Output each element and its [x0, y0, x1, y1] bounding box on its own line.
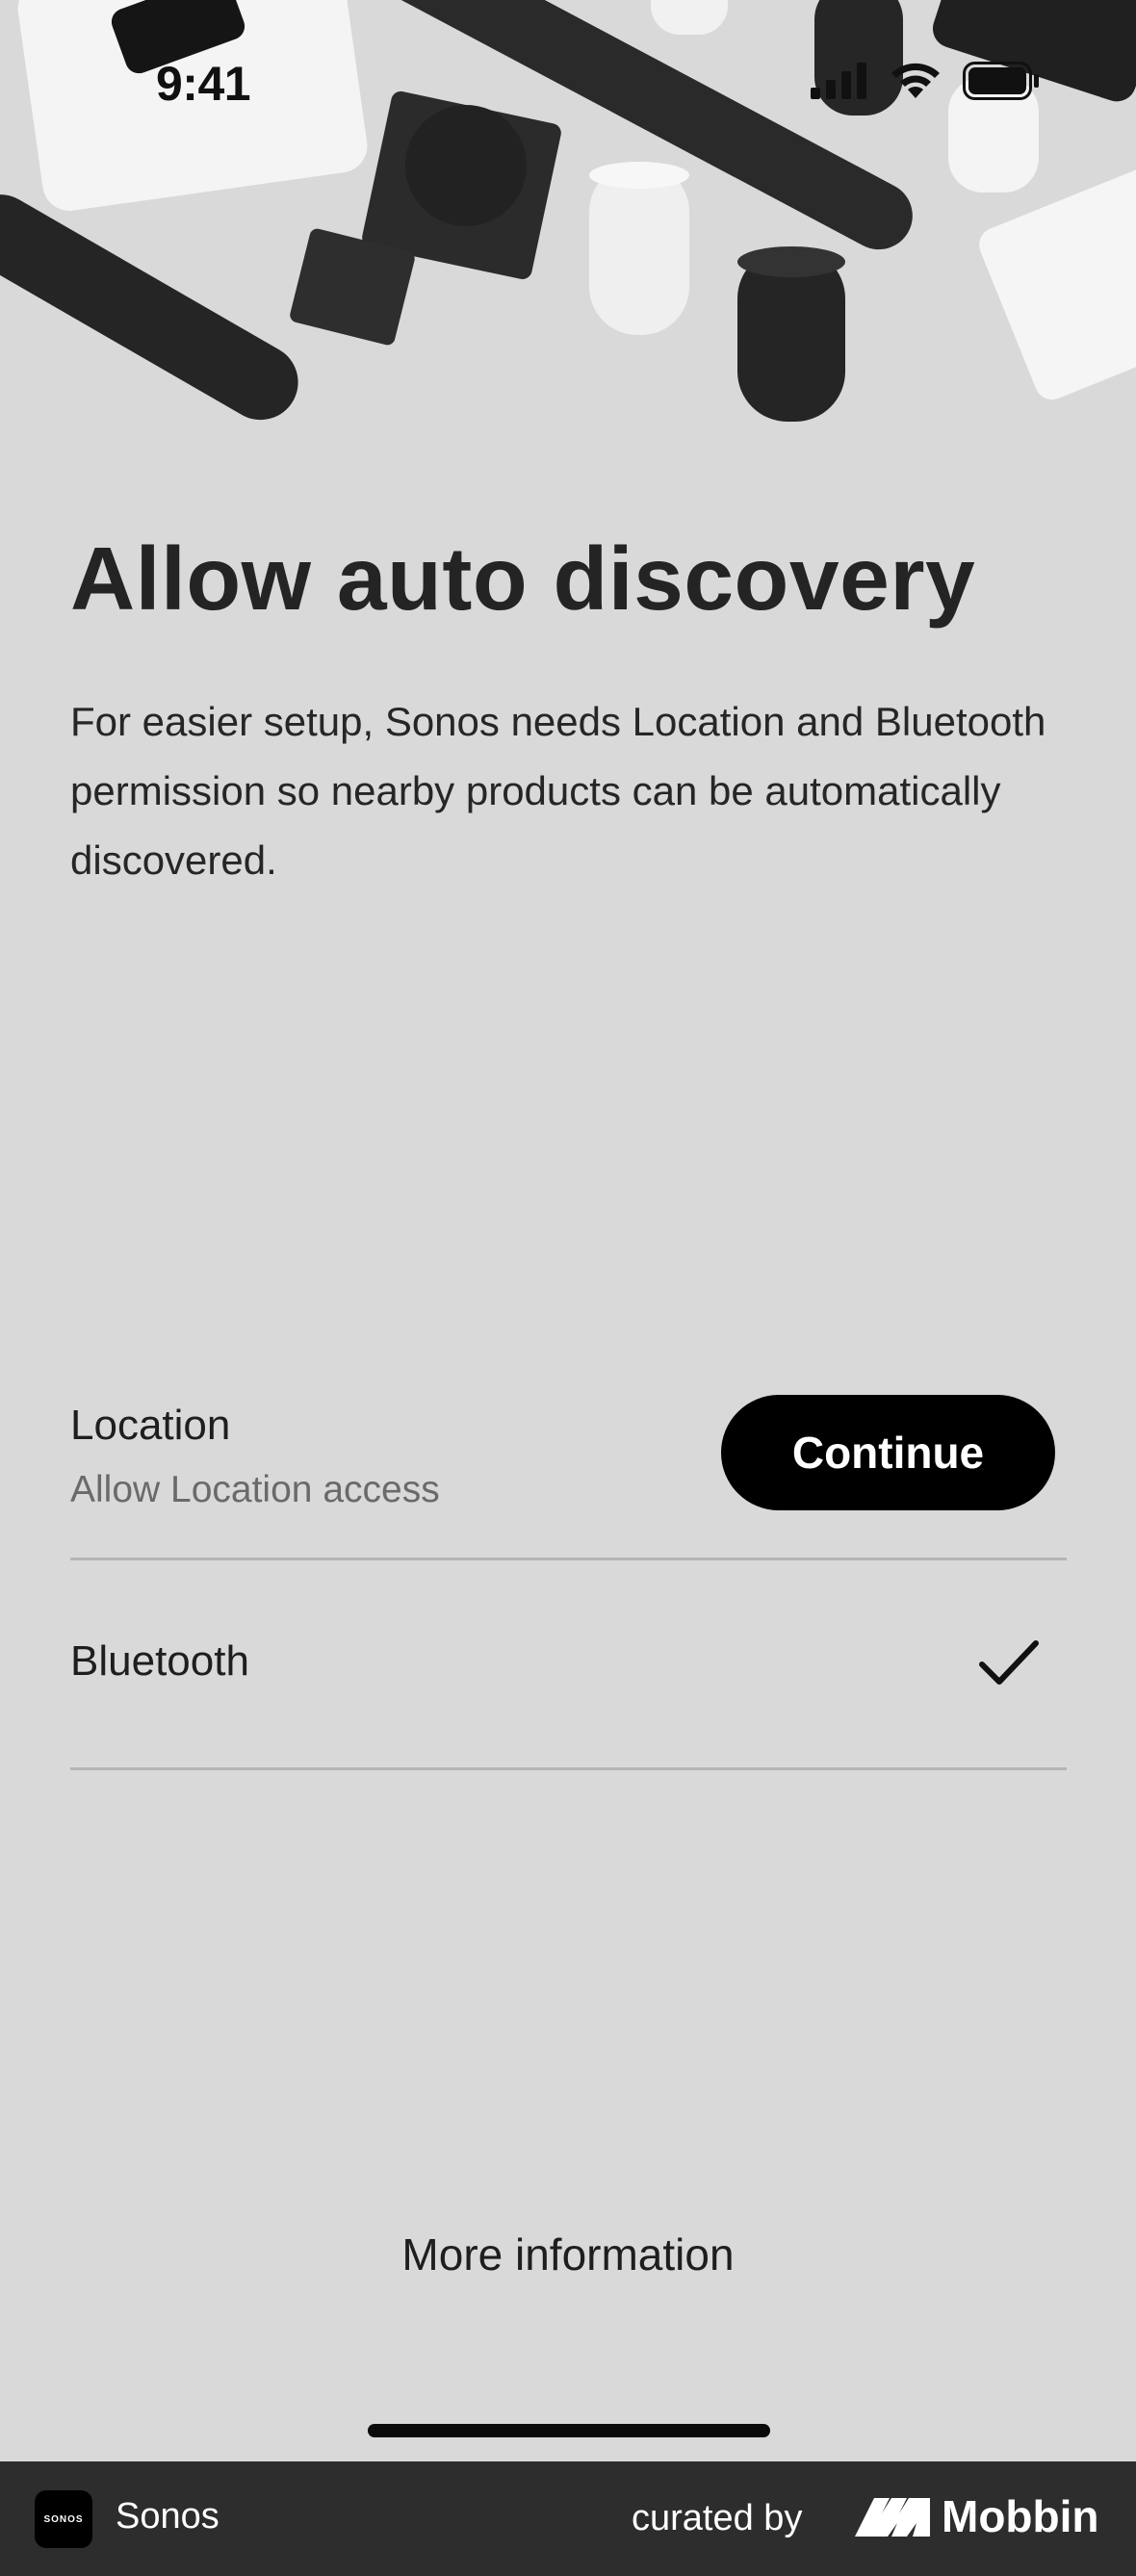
dark-speaker-shape — [737, 246, 845, 422]
wifi-icon — [891, 63, 940, 98]
app-name: Sonos — [116, 2496, 219, 2537]
battery-icon — [963, 62, 1039, 100]
bluetooth-permission-row: Bluetooth — [70, 1560, 1067, 1770]
home-indicator[interactable] — [368, 2424, 770, 2437]
checkmark-icon — [979, 1640, 1039, 1685]
location-sublabel: Allow Location access — [70, 1469, 440, 1510]
more-information-link[interactable]: More information — [0, 2228, 1136, 2280]
status-time: 9:41 — [156, 57, 251, 111]
cellular-signal-icon — [811, 63, 866, 99]
bluetooth-label: Bluetooth — [70, 1637, 249, 1685]
mobbin-brand: Mobbin — [942, 2491, 1099, 2541]
continue-button[interactable]: Continue — [721, 1395, 1055, 1510]
page-description: For easier setup, Sonos needs Location a… — [70, 699, 1046, 883]
location-label: Location — [70, 1402, 231, 1449]
page-title: Allow auto discovery — [70, 528, 976, 629]
status-icons — [811, 62, 1040, 100]
location-permission-row: Location Allow Location access Continue — [70, 1377, 1067, 1560]
sonos-app-logo: SONOS — [35, 2490, 92, 2548]
curated-by-label: curated by — [632, 2498, 803, 2538]
status-bar: 9:41 — [0, 0, 1136, 164]
white-speaker-shape — [589, 162, 689, 335]
mobbin-logo-icon — [855, 2498, 930, 2537]
footer-bar: SONOS Sonos curated by Mobbin — [0, 2461, 1136, 2576]
